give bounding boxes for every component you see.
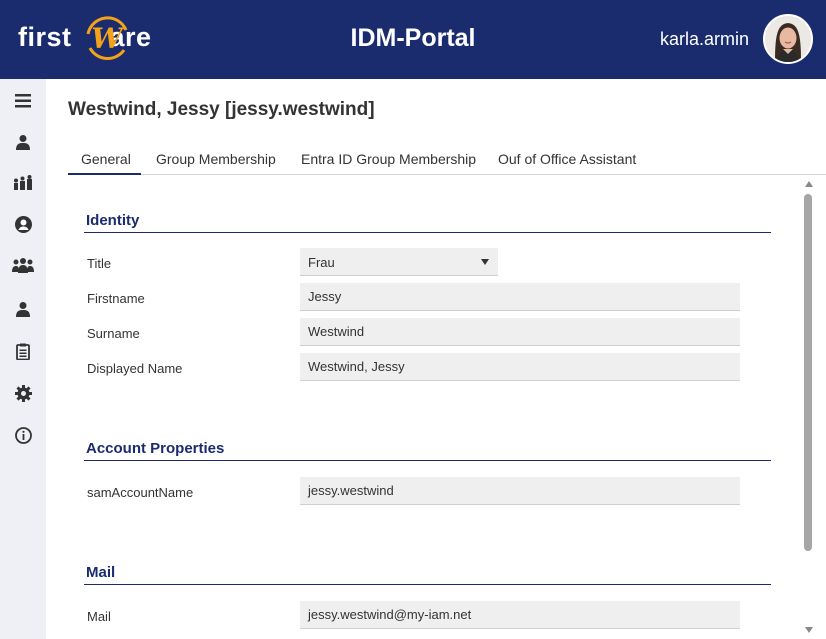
surname-label: Surname (87, 326, 140, 341)
user-icon[interactable] (12, 131, 34, 153)
username[interactable]: karla.armin (660, 29, 749, 50)
displayed-name-field[interactable]: Westwind, Jessy (300, 353, 740, 381)
scroll-down-arrow-icon[interactable] (805, 627, 813, 633)
sidebar (0, 79, 46, 639)
group-icon[interactable] (12, 172, 34, 194)
avatar-image (765, 16, 811, 62)
section-divider (84, 584, 771, 585)
main-content: Westwind, Jessy [jessy.westwind] General… (46, 79, 826, 639)
tab-group-membership[interactable]: Group Membership (156, 151, 276, 175)
section-title-identity: Identity (86, 212, 140, 229)
section-title-account-properties: Account Properties (86, 440, 225, 457)
tab-out-of-office-assistant[interactable]: Ouf of Office Assistant (498, 151, 636, 175)
scrollbar[interactable] (803, 179, 815, 639)
avatar[interactable] (763, 14, 813, 64)
sam-account-name-field[interactable]: jessy.westwind (300, 477, 740, 505)
tab-entra-id-group-membership[interactable]: Entra ID Group Membership (301, 151, 476, 175)
title-select-value: Frau (308, 255, 335, 270)
team-icon[interactable] (12, 254, 34, 276)
page-title: Westwind, Jessy [jessy.westwind] (68, 99, 375, 120)
person-icon[interactable] (12, 298, 34, 320)
firstname-field[interactable]: Jessy (300, 283, 740, 311)
displayed-name-label: Displayed Name (87, 361, 183, 376)
section-divider (84, 232, 771, 233)
title-label: Title (87, 256, 112, 271)
tab-general[interactable]: General (68, 151, 141, 175)
chevron-down-icon (481, 259, 489, 265)
account-circle-icon[interactable] (12, 213, 34, 235)
scroll-up-arrow-icon[interactable] (805, 181, 813, 187)
firstname-label: Firstname (87, 291, 145, 306)
top-bar: first are W IDM-Portal karla.armin (0, 0, 826, 79)
menu-icon[interactable] (12, 90, 34, 112)
section-title-mail: Mail (86, 564, 116, 581)
scroll-thumb[interactable] (804, 194, 812, 551)
clipboard-icon[interactable] (12, 340, 34, 362)
mail-field[interactable]: jessy.westwind@my-iam.net (300, 601, 740, 629)
surname-field[interactable]: Westwind (300, 318, 740, 346)
title-select[interactable]: Frau (300, 248, 498, 276)
tab-bar: General Group Membership Entra ID Group … (68, 147, 826, 175)
mail-label: Mail (87, 609, 111, 624)
section-divider (84, 460, 771, 461)
gear-icon[interactable] (12, 382, 34, 404)
info-icon[interactable] (12, 424, 34, 446)
sam-account-name-label: samAccountName (87, 485, 194, 500)
